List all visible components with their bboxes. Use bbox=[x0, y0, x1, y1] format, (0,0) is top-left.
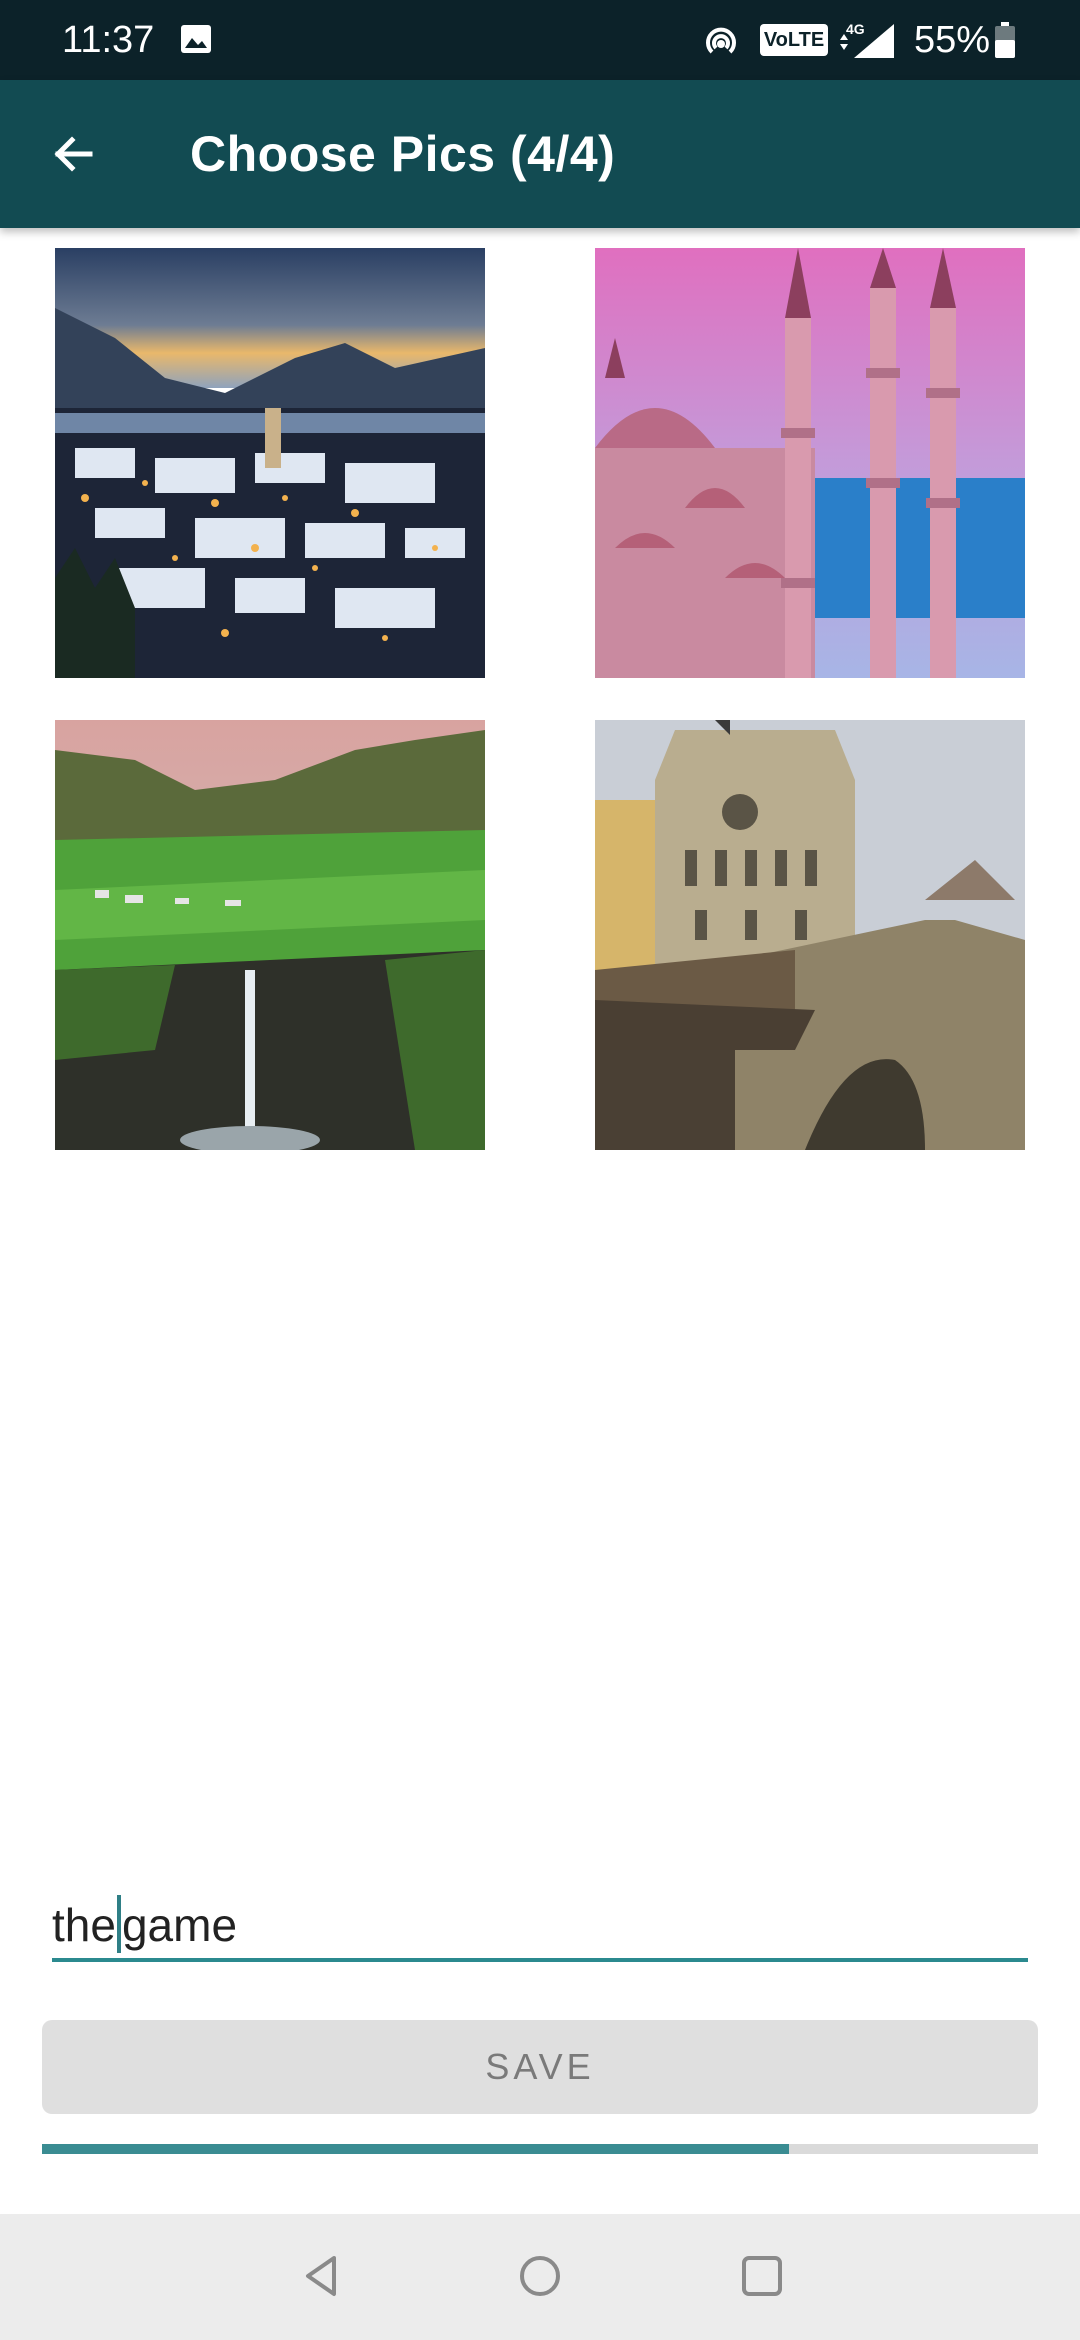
svg-text:4G: 4G bbox=[846, 21, 865, 37]
signal-icon: 4G bbox=[840, 21, 894, 58]
gallery-icon bbox=[181, 25, 211, 53]
volte-badge: VoLTE bbox=[760, 24, 828, 56]
app-bar: Choose Pics (4/4) bbox=[0, 80, 1080, 228]
input-text-after-cursor: game bbox=[121, 1899, 238, 1951]
waterfall-image bbox=[55, 720, 485, 1150]
battery-percent: 55% bbox=[914, 19, 991, 61]
name-input-value: the game bbox=[52, 1890, 237, 1960]
nav-home-icon[interactable] bbox=[516, 2252, 564, 2300]
input-text-before-cursor: the bbox=[52, 1899, 116, 1951]
status-bar: 11:37 VoLTE 4G 55% bbox=[0, 0, 1080, 80]
clock-tower-image bbox=[595, 720, 1025, 1150]
image-thumbnail-4[interactable] bbox=[595, 720, 1025, 1150]
image-thumbnail-2[interactable] bbox=[595, 248, 1025, 678]
nav-recents-icon[interactable] bbox=[738, 2252, 786, 2300]
snowy-town-image bbox=[55, 248, 485, 678]
hotspot-icon bbox=[706, 27, 736, 54]
status-time: 11:37 bbox=[62, 19, 155, 61]
name-input[interactable]: the game bbox=[52, 1890, 1028, 1966]
mosque-image bbox=[595, 248, 1025, 678]
save-button[interactable]: SAVE bbox=[42, 2020, 1038, 2114]
image-thumbnail-1[interactable] bbox=[55, 248, 485, 678]
navigation-bar bbox=[0, 2214, 1080, 2340]
text-cursor bbox=[116, 1895, 121, 1953]
progress-bar bbox=[42, 2144, 1038, 2154]
input-underline bbox=[52, 1958, 1028, 1962]
battery-icon bbox=[995, 22, 1015, 58]
page-title: Choose Pics (4/4) bbox=[190, 126, 616, 182]
nav-back-icon[interactable] bbox=[298, 2252, 346, 2300]
image-thumbnail-3[interactable] bbox=[55, 720, 485, 1150]
progress-fill bbox=[42, 2144, 789, 2154]
arrow-left-icon[interactable] bbox=[40, 120, 108, 188]
